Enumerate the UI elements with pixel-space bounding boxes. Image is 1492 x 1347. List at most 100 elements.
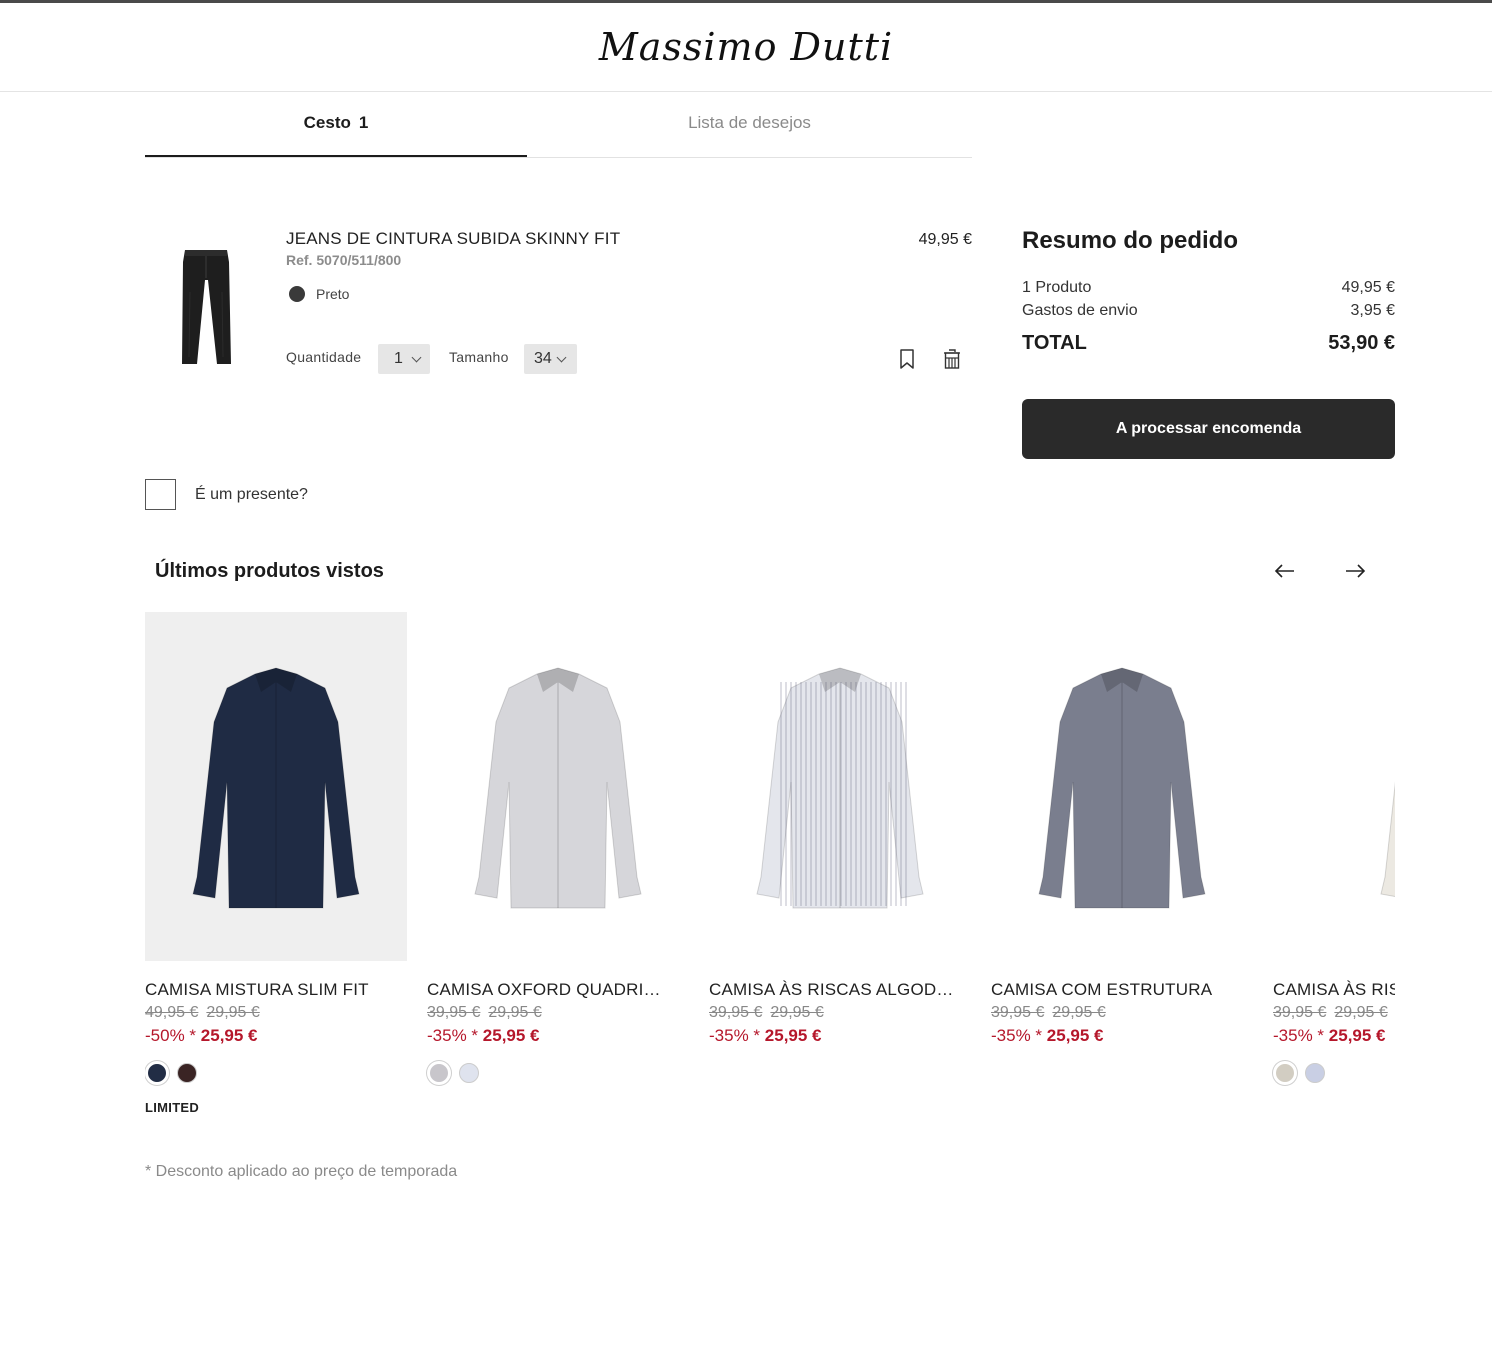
brand-logo[interactable]: Massimo Dutti — [0, 25, 1492, 69]
product-discount: -50% * 25,95 € — [145, 1026, 258, 1046]
discount-percent: -50% — [145, 1026, 185, 1045]
chevron-down-icon — [556, 352, 567, 362]
size-label: Tamanho — [449, 349, 509, 365]
color-swatches — [429, 1063, 489, 1083]
mid-price: 29,95 € — [1052, 1004, 1106, 1021]
discount-asterisk: * — [1035, 1026, 1043, 1045]
product-old-prices: 39,95 € 29,95 € — [991, 1004, 1114, 1022]
checkout-button[interactable]: A processar encomenda — [1022, 399, 1395, 459]
product-card[interactable]: CAMISA ÀS RISCAS ALGODÃO 39,95 €29,95 € … — [709, 612, 971, 1045]
product-name[interactable]: CAMISA OXFORD QUADRICULADA — [427, 980, 672, 1000]
color-label: Preto — [316, 286, 350, 302]
quantity-label: Quantidade — [286, 349, 362, 365]
chevron-down-icon — [411, 352, 422, 362]
size-value: 34 — [534, 350, 552, 367]
total-label: TOTAL — [1022, 332, 1087, 354]
old-price: 39,95 € — [709, 1004, 763, 1021]
product-name[interactable]: CAMISA COM ESTRUTURA — [991, 980, 1236, 1000]
discount-footnote: * Desconto aplicado ao preço de temporad… — [145, 1163, 458, 1180]
cart-tabs: Cesto 1 Lista de desejos — [145, 93, 972, 158]
quantity-select[interactable]: 1 — [378, 344, 430, 374]
recent-products-carousel: CAMISA MISTURA SLIM FIT 49,95 € 29,95 € -… — [145, 612, 1395, 1132]
product-card[interactable]: CAMISA OXFORD QUADRICULADA 39,95 € 29,95 … — [427, 612, 689, 1083]
summary-total-row: TOTAL 53,90 € — [1022, 332, 1395, 355]
color-swatch[interactable] — [147, 1063, 167, 1083]
sale-price: 25,95 € — [1046, 1026, 1104, 1045]
product-image[interactable] — [427, 612, 689, 961]
limited-badge: LIMITED — [145, 1100, 200, 1115]
color-swatch[interactable] — [177, 1063, 197, 1083]
size-select[interactable]: 34 — [524, 344, 577, 374]
product-image[interactable] — [991, 612, 1253, 961]
sale-price: 25,95 € — [200, 1026, 258, 1045]
product-image[interactable] — [709, 612, 971, 961]
mid-price: 29,95 € — [1334, 1004, 1388, 1021]
cart-item-ref: Ref. 5070/511/800 — [286, 252, 402, 268]
tab-cart-label: Cesto — [303, 113, 351, 132]
mid-price: 29,95 € — [770, 1004, 824, 1021]
color-swatch[interactable] — [1275, 1063, 1295, 1083]
cart-item-price: 49,95 € — [918, 231, 972, 248]
old-price: 49,95 € — [145, 1004, 199, 1021]
cart-item-name[interactable]: JEANS DE CINTURA SUBIDA SKINNY FIT — [286, 229, 620, 249]
arrow-left-icon[interactable] — [1273, 560, 1297, 582]
product-image[interactable] — [145, 612, 407, 961]
product-discount: -35% * 25,95 € — [427, 1026, 540, 1046]
product-card[interactable]: CAMISA COM ESTRUTURA 39,95 € 29,95 € -35%… — [991, 612, 1253, 1045]
gift-checkbox[interactable] — [145, 479, 176, 510]
tab-cart[interactable]: Cesto 1 — [145, 93, 527, 157]
color-swatches — [1275, 1063, 1335, 1083]
discount-percent: -35% — [709, 1026, 749, 1045]
tab-wishlist[interactable]: Lista de desejos — [527, 93, 972, 157]
product-image-jeans[interactable] — [165, 232, 247, 382]
discount-asterisk: * — [1317, 1026, 1325, 1045]
color-swatches — [147, 1063, 207, 1083]
shipping-label: Gastos de envio — [1022, 302, 1138, 319]
product-discount: -35% * 25,95 € — [709, 1026, 822, 1046]
discount-percent: -35% — [427, 1026, 467, 1045]
cart-count: 1 — [358, 113, 369, 132]
bookmark-icon[interactable] — [896, 347, 918, 371]
product-image[interactable] — [1273, 612, 1395, 961]
summary-shipping-row: Gastos de envio 3,95 € — [1022, 302, 1395, 320]
shipping-value: 3,95 € — [1350, 302, 1395, 319]
sale-price: 25,95 € — [1328, 1026, 1386, 1045]
product-card[interactable]: CAMISA ÀS RISCAS 39,95 € 29,95 € -35% * 2… — [1273, 612, 1395, 1083]
color-swatch[interactable] — [459, 1063, 479, 1083]
order-summary-title: Resumo do pedido — [1022, 227, 1238, 254]
discount-asterisk: * — [471, 1026, 479, 1045]
summary-products-row: 1 Produto 49,95 € — [1022, 279, 1395, 297]
product-discount: -35% * 25,95 € — [991, 1026, 1104, 1046]
sale-price: 25,95 € — [764, 1026, 822, 1045]
trash-icon[interactable] — [941, 347, 963, 371]
product-card[interactable]: CAMISA MISTURA SLIM FIT 49,95 € 29,95 € -… — [145, 612, 407, 1115]
sale-price: 25,95 € — [482, 1026, 540, 1045]
product-old-prices: 49,95 € 29,95 € — [145, 1004, 268, 1022]
old-price: 39,95 € — [991, 1004, 1045, 1021]
gift-label[interactable]: É um presente? — [195, 486, 308, 504]
products-value: 49,95 € — [1341, 279, 1395, 296]
product-old-prices: 39,95 € 29,95 € — [709, 1004, 832, 1022]
products-label: 1 Produto — [1022, 279, 1092, 296]
quantity-value: 1 — [394, 350, 403, 367]
product-name[interactable]: CAMISA MISTURA SLIM FIT — [145, 980, 390, 1000]
product-old-prices: 39,95 € 29,95 € — [427, 1004, 550, 1022]
color-swatch[interactable] — [429, 1063, 449, 1083]
product-name[interactable]: CAMISA ÀS RISCAS ALGODÃO — [709, 980, 954, 1000]
color-swatch[interactable] — [1305, 1063, 1325, 1083]
old-price: 39,95 € — [1273, 1004, 1327, 1021]
product-discount: -35% * 25,95 € — [1273, 1026, 1386, 1046]
total-value: 53,90 € — [1328, 332, 1395, 354]
mid-price: 29,95 € — [206, 1004, 260, 1021]
cart-item-color: Preto — [289, 286, 349, 302]
recent-products-title: Últimos produtos vistos — [155, 560, 384, 582]
discount-asterisk: * — [753, 1026, 761, 1045]
color-dot — [289, 286, 305, 302]
discount-percent: -35% — [1273, 1026, 1313, 1045]
product-old-prices: 39,95 € 29,95 € — [1273, 1004, 1395, 1022]
mid-price: 29,95 € — [488, 1004, 542, 1021]
discount-percent: -35% — [991, 1026, 1031, 1045]
site-header: Massimo Dutti — [0, 3, 1492, 92]
product-name[interactable]: CAMISA ÀS RISCAS — [1273, 980, 1395, 1000]
arrow-right-icon[interactable] — [1343, 560, 1367, 582]
